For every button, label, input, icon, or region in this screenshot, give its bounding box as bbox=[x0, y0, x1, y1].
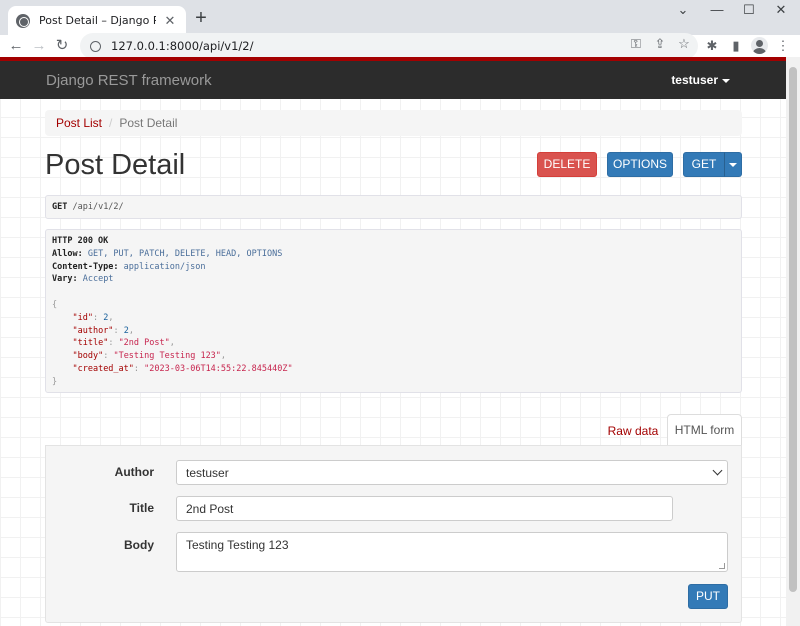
menu-kebab-icon[interactable]: ⋮ bbox=[773, 36, 793, 56]
user-dropdown[interactable]: testuser bbox=[671, 73, 730, 87]
get-format-dropdown[interactable] bbox=[724, 152, 742, 177]
close-window-button[interactable]: ✕ bbox=[766, 0, 796, 22]
title-input[interactable]: 2nd Post bbox=[176, 496, 673, 521]
star-icon[interactable]: ☆ bbox=[675, 35, 693, 53]
body-textarea-value: Testing Testing 123 bbox=[186, 538, 289, 552]
profile-avatar-icon[interactable] bbox=[751, 37, 768, 54]
address-bar[interactable]: 127.0.0.1:8000/api/v1/2/ ⚿ ⇪ ☆ bbox=[80, 33, 698, 59]
header-name: Allow: bbox=[52, 248, 83, 259]
share-icon[interactable]: ⇪ bbox=[651, 35, 669, 53]
scrollbar-thumb[interactable] bbox=[789, 67, 797, 592]
header-name: Content-Type: bbox=[52, 261, 119, 272]
user-name: testuser bbox=[671, 73, 718, 87]
tab-html-form[interactable]: HTML form bbox=[667, 414, 742, 446]
forward-arrow-icon[interactable]: → bbox=[29, 36, 49, 56]
author-selected-value: testuser bbox=[186, 466, 229, 480]
caret-down-icon bbox=[729, 162, 737, 167]
header-value: Accept bbox=[82, 274, 114, 285]
url-text: 127.0.0.1:8000/api/v1/2/ bbox=[111, 39, 254, 53]
tab-search-icon[interactable]: ⌄ bbox=[668, 0, 698, 22]
delete-button[interactable]: DELETE bbox=[537, 152, 597, 177]
site-info-icon[interactable] bbox=[90, 40, 101, 52]
key-icon[interactable]: ⚿ bbox=[627, 35, 645, 53]
header-name: Vary: bbox=[52, 274, 78, 285]
put-button[interactable]: PUT bbox=[688, 584, 728, 609]
browser-tab-strip: Post Detail – Django REST framework ✕ + … bbox=[0, 0, 800, 35]
caret-down-icon bbox=[722, 78, 730, 83]
response-status: HTTP 200 OK bbox=[52, 236, 109, 246]
header-value: application/json bbox=[123, 261, 206, 272]
request-info: GET /api/v1/2/ bbox=[45, 195, 742, 219]
response-info: HTTP 200 OK Allow: GET, PUT, PATCH, DELE… bbox=[45, 229, 742, 393]
body-label: Body bbox=[124, 538, 154, 552]
top-navbar: Django REST framework testuser bbox=[0, 57, 786, 99]
vertical-scrollbar[interactable] bbox=[786, 57, 800, 626]
json-key: "created_at" bbox=[72, 363, 134, 374]
browser-toolbar: ← → ↻ 127.0.0.1:8000/api/v1/2/ ⚿ ⇪ ☆ ✱ ▮… bbox=[0, 33, 800, 59]
page-title: Post Detail bbox=[45, 149, 186, 181]
json-key: "title" bbox=[72, 338, 109, 349]
json-key: "author" bbox=[72, 325, 114, 336]
json-value: "2nd Post" bbox=[118, 338, 170, 349]
back-arrow-icon[interactable]: ← bbox=[6, 36, 26, 56]
globe-icon bbox=[16, 13, 30, 28]
get-button[interactable]: GET bbox=[683, 152, 725, 177]
maximize-button[interactable]: ☐ bbox=[734, 0, 764, 22]
page-viewport: Django REST framework testuser Post List… bbox=[0, 57, 786, 626]
title-input-value: 2nd Post bbox=[186, 502, 234, 516]
html-form-panel: Author testuser Title 2nd Post Body Test… bbox=[45, 445, 742, 623]
extensions-icon[interactable]: ✱ bbox=[702, 36, 722, 56]
title-label: Title bbox=[129, 501, 154, 515]
resize-grip-icon[interactable] bbox=[719, 563, 725, 569]
chevron-down-icon bbox=[712, 465, 723, 476]
author-label: Author bbox=[114, 465, 154, 479]
tab-title: Post Detail – Django REST framework bbox=[39, 14, 156, 27]
request-method: GET bbox=[52, 202, 68, 212]
browser-tab[interactable]: Post Detail – Django REST framework ✕ bbox=[8, 6, 186, 35]
breadcrumb-post-list[interactable]: Post List bbox=[56, 116, 102, 130]
breadcrumb-separator: / bbox=[109, 116, 113, 130]
json-open-brace: { bbox=[52, 299, 58, 310]
json-key: "id" bbox=[72, 312, 93, 323]
reload-icon[interactable]: ↻ bbox=[52, 36, 72, 56]
json-value: "Testing Testing 123" bbox=[113, 351, 221, 362]
breadcrumb: Post List / Post Detail bbox=[45, 110, 742, 136]
tab-raw-data[interactable]: Raw data bbox=[600, 417, 666, 445]
close-tab-icon[interactable]: ✕ bbox=[162, 13, 178, 29]
body-textarea[interactable]: Testing Testing 123 bbox=[176, 532, 728, 572]
options-button[interactable]: OPTIONS bbox=[607, 152, 673, 177]
json-key: "body" bbox=[72, 351, 104, 362]
new-tab-button[interactable]: + bbox=[192, 8, 210, 28]
json-value: "2023-03-06T14:55:22.845440Z" bbox=[144, 363, 293, 374]
brand-link[interactable]: Django REST framework bbox=[46, 72, 212, 89]
json-close-brace: } bbox=[52, 376, 58, 387]
breadcrumb-current: Post Detail bbox=[119, 116, 178, 130]
header-value: GET, PUT, PATCH, DELETE, HEAD, OPTIONS bbox=[87, 248, 283, 259]
request-path[interactable]: /api/v1/2/ bbox=[72, 202, 123, 212]
author-select[interactable]: testuser bbox=[176, 460, 728, 485]
minimize-button[interactable]: — bbox=[702, 0, 732, 22]
side-panel-icon[interactable]: ▮ bbox=[726, 36, 746, 56]
